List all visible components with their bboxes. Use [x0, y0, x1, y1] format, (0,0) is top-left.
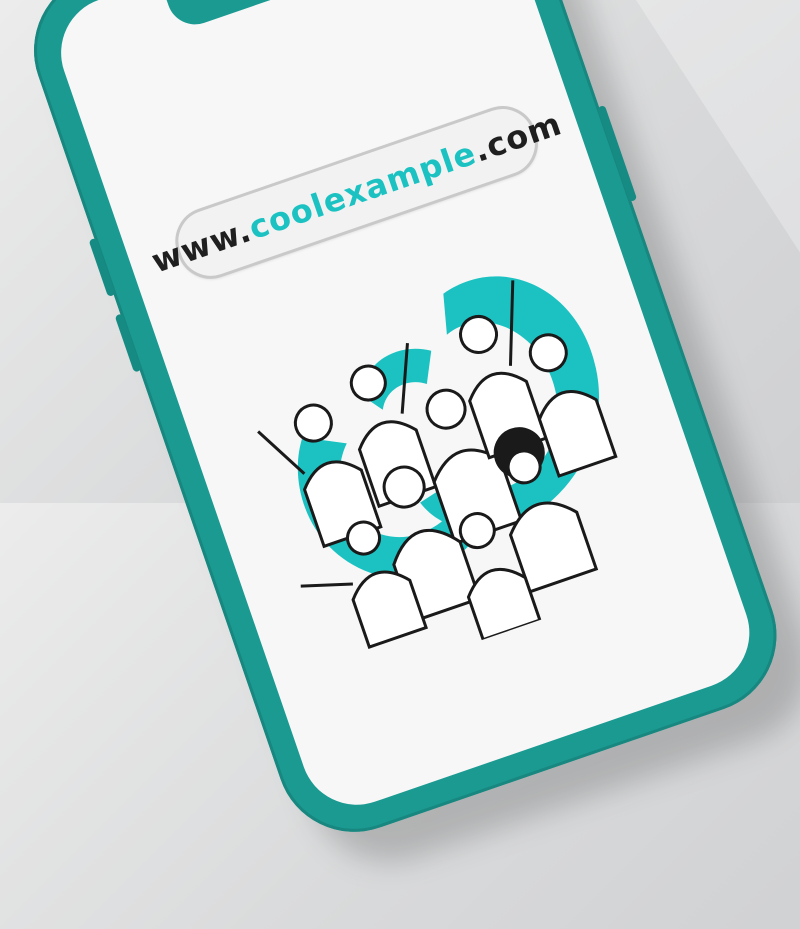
url-prefix: www. [146, 211, 257, 281]
volume-up-button [88, 237, 116, 298]
phone-wrapper: www. coolexample .com [0, 0, 800, 884]
person-head [425, 388, 467, 430]
url-tld: .com [468, 104, 567, 170]
crowd-figures [257, 280, 618, 649]
people-illustration [257, 276, 618, 649]
person-arm [300, 582, 353, 588]
scene: www. coolexample .com [0, 0, 800, 884]
phone-notch [159, 0, 398, 32]
volume-down-button [114, 313, 142, 373]
phone-screen: www. coolexample .com [45, 0, 765, 820]
person-head [293, 403, 333, 443]
